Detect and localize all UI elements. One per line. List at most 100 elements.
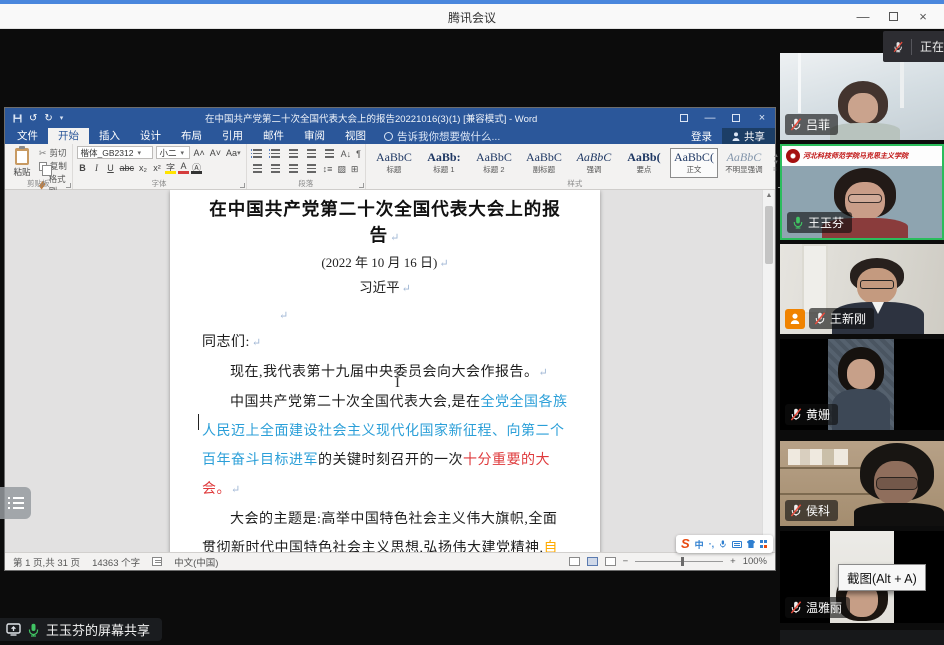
word-tab-设计[interactable]: 设计 [130,128,171,144]
undo-icon[interactable]: ↺ [29,113,37,124]
copy-button[interactable]: 复制 [39,160,68,172]
format-button-0[interactable]: B [77,161,89,174]
ribbon-display-options-icon[interactable] [671,108,697,128]
line-spacing-icon[interactable]: ↕≡ [323,163,333,175]
dialog-launcher-icon[interactable] [359,183,364,188]
input-method-toolbar[interactable]: S 中 ·, [676,535,773,553]
participant-video-huangshan[interactable]: 黄姗 [780,339,944,430]
participant-video-wangxingang[interactable]: 王新刚 [780,244,944,334]
style-标题 2[interactable]: AaBbC标题 2 [470,148,518,178]
styles-gallery-scroll[interactable]: ▲▼≡ [772,146,780,179]
justify-icon[interactable] [305,163,318,173]
participant-video-houke[interactable]: 侯科 [780,441,944,526]
word-minimize-button[interactable]: — [697,108,723,128]
proofing-icon[interactable] [152,557,162,566]
tell-me-box[interactable]: 告诉我你想要做什么... [376,128,508,144]
meeting-toolbar[interactable]: 正在 [883,31,944,62]
font-color-button[interactable]: A [178,161,189,174]
zoom-slider-thumb[interactable] [681,557,684,566]
align-right-icon[interactable] [287,163,300,173]
bullets-icon[interactable] [251,148,264,158]
style-正文[interactable]: AaBbC(正文 [670,148,718,178]
format-button-2[interactable]: U [105,161,117,174]
align-center-icon[interactable] [269,163,282,173]
cut-button[interactable]: ✂剪切 [39,147,68,159]
keyboard-icon[interactable] [732,541,742,548]
dialog-launcher-icon[interactable] [66,183,71,188]
grow-font-button[interactable]: A˄ [193,146,206,159]
share-button[interactable]: 共享 [722,128,775,144]
style-副标题[interactable]: AaBbC副标题 [520,148,568,178]
decrease-indent-icon[interactable] [305,148,318,158]
zoom-out-icon[interactable]: − [623,556,629,567]
word-tab-邮件[interactable]: 邮件 [253,128,294,144]
style-标题 1[interactable]: AaBb:标题 1 [420,148,468,178]
word-tab-审阅[interactable]: 审阅 [294,128,335,144]
scrollbar-thumb[interactable] [765,206,773,264]
sort-icon[interactable]: A↓ [341,148,352,160]
style-要点[interactable]: AaBb(要点 [620,148,668,178]
close-button[interactable]: × [908,4,938,29]
style-不明显强调[interactable]: AaBbC不明显强调 [720,148,768,178]
scroll-up-icon[interactable]: ▲ [763,190,775,202]
print-layout-icon[interactable] [587,557,598,566]
word-tab-引用[interactable]: 引用 [212,128,253,144]
vertical-scrollbar[interactable]: ▲ ▼ [762,190,774,552]
zoom-level[interactable]: 100% [743,556,767,567]
shrink-font-button[interactable]: A˅ [209,146,222,159]
save-icon[interactable] [13,114,22,123]
zoom-slider[interactable] [635,561,723,562]
word-restore-button[interactable] [723,108,749,128]
word-tab-开始[interactable]: 开始 [48,128,89,144]
highlight-color-button[interactable]: 字 [165,161,176,174]
format-button-1[interactable]: I [91,161,103,174]
word-count[interactable]: 14363 个字 [92,555,140,569]
sogou-logo-icon[interactable]: S [681,536,690,552]
word-close-button[interactable]: × [749,108,775,128]
qat-dropdown-icon[interactable]: ▾ [60,114,64,122]
member-list-toggle[interactable] [0,487,31,519]
app-titlebar[interactable]: 腾讯会议 — × [0,4,944,29]
format-button-5[interactable]: x² [151,161,163,174]
format-button-3[interactable]: abc [119,161,136,174]
word-tab-布局[interactable]: 布局 [171,128,212,144]
language-indicator[interactable]: 中文(中国) [174,555,218,569]
sign-in-button[interactable]: 登录 [681,128,722,144]
minimize-button[interactable]: — [848,4,878,29]
multilevel-list-icon[interactable] [287,148,300,158]
participant-video-partial[interactable] [780,630,944,645]
paste-button[interactable]: 粘贴 [9,146,35,179]
voice-input-icon[interactable] [719,539,727,549]
redo-icon[interactable]: ↻ [44,113,52,124]
change-case-button[interactable]: Aa▾ [225,146,242,159]
participant-video-wangyufen[interactable]: 河北科技师范学院马克思主义学院 王玉芬 [780,144,944,240]
maximize-button[interactable] [878,4,908,29]
format-button-4[interactable]: x₂ [137,161,149,174]
chinese-mode-icon[interactable]: 中 [695,538,704,551]
borders-icon[interactable]: ⊞ [351,163,359,175]
word-tab-文件[interactable]: 文件 [7,128,48,144]
style-强调[interactable]: AaBbC强调 [570,148,618,178]
document-page[interactable]: 在中国共产党第二十次全国代表大会上的报告↵ (2022 年 10 月 16 日)… [170,190,600,552]
font-size-select[interactable]: 小二▾ [156,146,190,159]
character-border-button[interactable]: Ⓐ [191,161,202,174]
shading-icon[interactable]: ▨ [337,163,346,175]
punctuation-icon[interactable]: ·, [709,539,715,549]
participant-video-lvfei[interactable]: 吕菲 [780,53,944,140]
show-marks-icon[interactable]: ¶ [356,148,361,160]
web-layout-icon[interactable] [605,557,616,566]
zoom-in-icon[interactable]: + [730,556,736,567]
numbering-icon[interactable] [269,148,282,158]
word-tab-插入[interactable]: 插入 [89,128,130,144]
read-mode-icon[interactable] [569,557,580,566]
page-indicator[interactable]: 第 1 页,共 31 页 [13,555,80,569]
toolbox-icon[interactable] [760,540,768,548]
align-left-icon[interactable] [251,163,264,173]
dialog-launcher-icon[interactable] [240,183,245,188]
font-name-select[interactable]: 楷体_GB2312▾ [77,146,153,159]
word-tab-视图[interactable]: 视图 [335,128,376,144]
word-titlebar[interactable]: ↺ ↻ ▾ 在中国共产党第二十次全国代表大会上的报告20221016(3)(1)… [5,108,775,128]
screen-share-banner[interactable]: 王玉芬的屏幕共享 [0,618,162,641]
skin-icon[interactable] [747,540,756,548]
style-标题[interactable]: AaBbC标题 [370,148,418,178]
